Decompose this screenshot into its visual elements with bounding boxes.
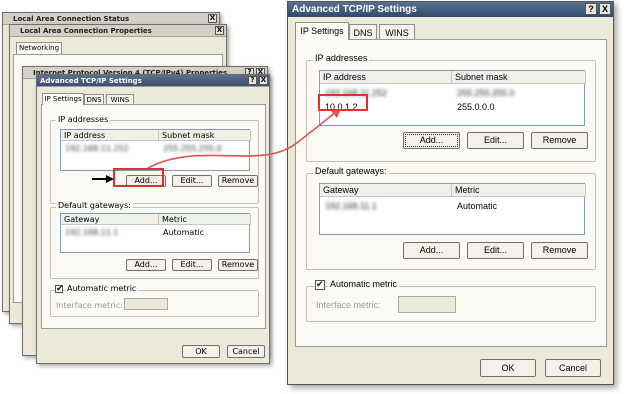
- interface-metric-input[interactable]: [398, 296, 456, 313]
- gateway-list[interactable]: Gateway Metric 192.168.11.1 Automatic: [60, 213, 251, 253]
- ip-settings-panel: IP addresses IP address Subnet mask 192.…: [41, 104, 266, 329]
- window-title: Local Area Connection Properties: [10, 25, 226, 37]
- automatic-metric-checkbox[interactable]: [315, 279, 325, 290]
- column-subnet-mask[interactable]: Subnet mask: [159, 130, 251, 141]
- subnet-mask-cell: 255.255.255.0: [457, 88, 515, 98]
- tab-networking[interactable]: Networking: [16, 42, 62, 54]
- highlight-add-button-small: [113, 168, 164, 187]
- highlight-new-ip-row: [318, 94, 368, 111]
- column-subnet-mask[interactable]: Subnet mask: [452, 71, 586, 84]
- interface-metric-label: Interface metric:: [56, 301, 123, 310]
- help-icon[interactable]: ?: [585, 3, 597, 15]
- ok-button[interactable]: OK: [480, 359, 536, 377]
- automatic-metric-label: Automatic metric: [328, 279, 400, 289]
- column-metric[interactable]: Metric: [452, 184, 586, 197]
- screenshot-canvas: { "windows": { "lac_status_title": "Loca…: [0, 0, 624, 394]
- advanced-tcpip-dialog-small: Advanced TCP/IP Settings ? X IP Settings…: [36, 74, 270, 364]
- ip-address-cell: 192.168.11.252: [65, 144, 129, 153]
- gateway-add-button[interactable]: Add...: [403, 242, 460, 259]
- column-gateway[interactable]: Gateway: [320, 184, 452, 197]
- automatic-metric-label: Automatic metric: [65, 284, 139, 293]
- tab-dns[interactable]: DNS: [349, 24, 377, 40]
- advanced-tcpip-dialog-large: Advanced TCP/IP Settings ? X IP Settings…: [287, 1, 614, 385]
- automatic-metric-checkbox[interactable]: [55, 284, 64, 294]
- close-icon[interactable]: X: [599, 3, 611, 15]
- gateway-remove-button[interactable]: Remove: [531, 242, 588, 259]
- tab-wins[interactable]: WINS: [379, 24, 415, 40]
- column-ip-address[interactable]: IP address: [61, 130, 159, 141]
- default-gateways-label: Default gateways:: [56, 201, 133, 210]
- metric-cell: Automatic: [457, 201, 498, 211]
- gateway-remove-button[interactable]: Remove: [218, 259, 258, 271]
- ip-settings-panel: IP addresses IP address Subnet mask 192.…: [295, 39, 607, 347]
- gateway-cell: 192.168.11.1: [65, 228, 119, 237]
- subnet-mask-cell: 255.0.0.0: [457, 102, 495, 112]
- interface-metric-input[interactable]: [124, 298, 168, 310]
- ip-addresses-label: IP addresses: [313, 53, 370, 63]
- ip-remove-button[interactable]: Remove: [218, 175, 258, 187]
- ip-addresses-label: IP addresses: [56, 115, 111, 124]
- gateway-list[interactable]: Gateway Metric 192.168.11.1 Automatic: [319, 183, 586, 235]
- ip-edit-button[interactable]: Edit...: [467, 132, 524, 149]
- ip-remove-button[interactable]: Remove: [531, 132, 588, 149]
- metric-cell: Automatic: [163, 228, 205, 237]
- gateway-add-button[interactable]: Add...: [126, 259, 166, 271]
- dialog-title: Advanced TCP/IP Settings: [37, 75, 269, 87]
- ok-button[interactable]: OK: [182, 345, 220, 358]
- close-icon[interactable]: X: [208, 14, 217, 23]
- gateway-cell: 192.168.11.1: [325, 201, 377, 211]
- ip-address-list[interactable]: IP address Subnet mask 192.168.11.252 25…: [60, 129, 251, 171]
- cancel-button[interactable]: Cancel: [227, 345, 265, 358]
- column-gateway[interactable]: Gateway: [61, 214, 159, 225]
- gateway-edit-button[interactable]: Edit...: [467, 242, 524, 259]
- column-ip-address[interactable]: IP address: [320, 71, 452, 84]
- column-metric[interactable]: Metric: [159, 214, 251, 225]
- subnet-mask-cell: 255.255.255.0: [163, 144, 222, 153]
- gateway-edit-button[interactable]: Edit...: [172, 259, 212, 271]
- tab-ip-settings[interactable]: IP Settings: [295, 22, 349, 40]
- interface-metric-label: Interface metric:: [316, 300, 381, 310]
- cancel-button[interactable]: Cancel: [545, 359, 601, 377]
- dialog-title: Advanced TCP/IP Settings: [288, 2, 613, 17]
- close-icon[interactable]: X: [259, 76, 268, 85]
- ip-edit-button[interactable]: Edit...: [172, 175, 212, 187]
- tab-ip-settings[interactable]: IP Settings: [42, 93, 84, 105]
- ip-add-button[interactable]: Add...: [403, 132, 460, 149]
- close-icon[interactable]: X: [215, 26, 224, 35]
- help-icon[interactable]: ?: [248, 76, 257, 85]
- default-gateways-label: Default gateways:: [313, 166, 389, 176]
